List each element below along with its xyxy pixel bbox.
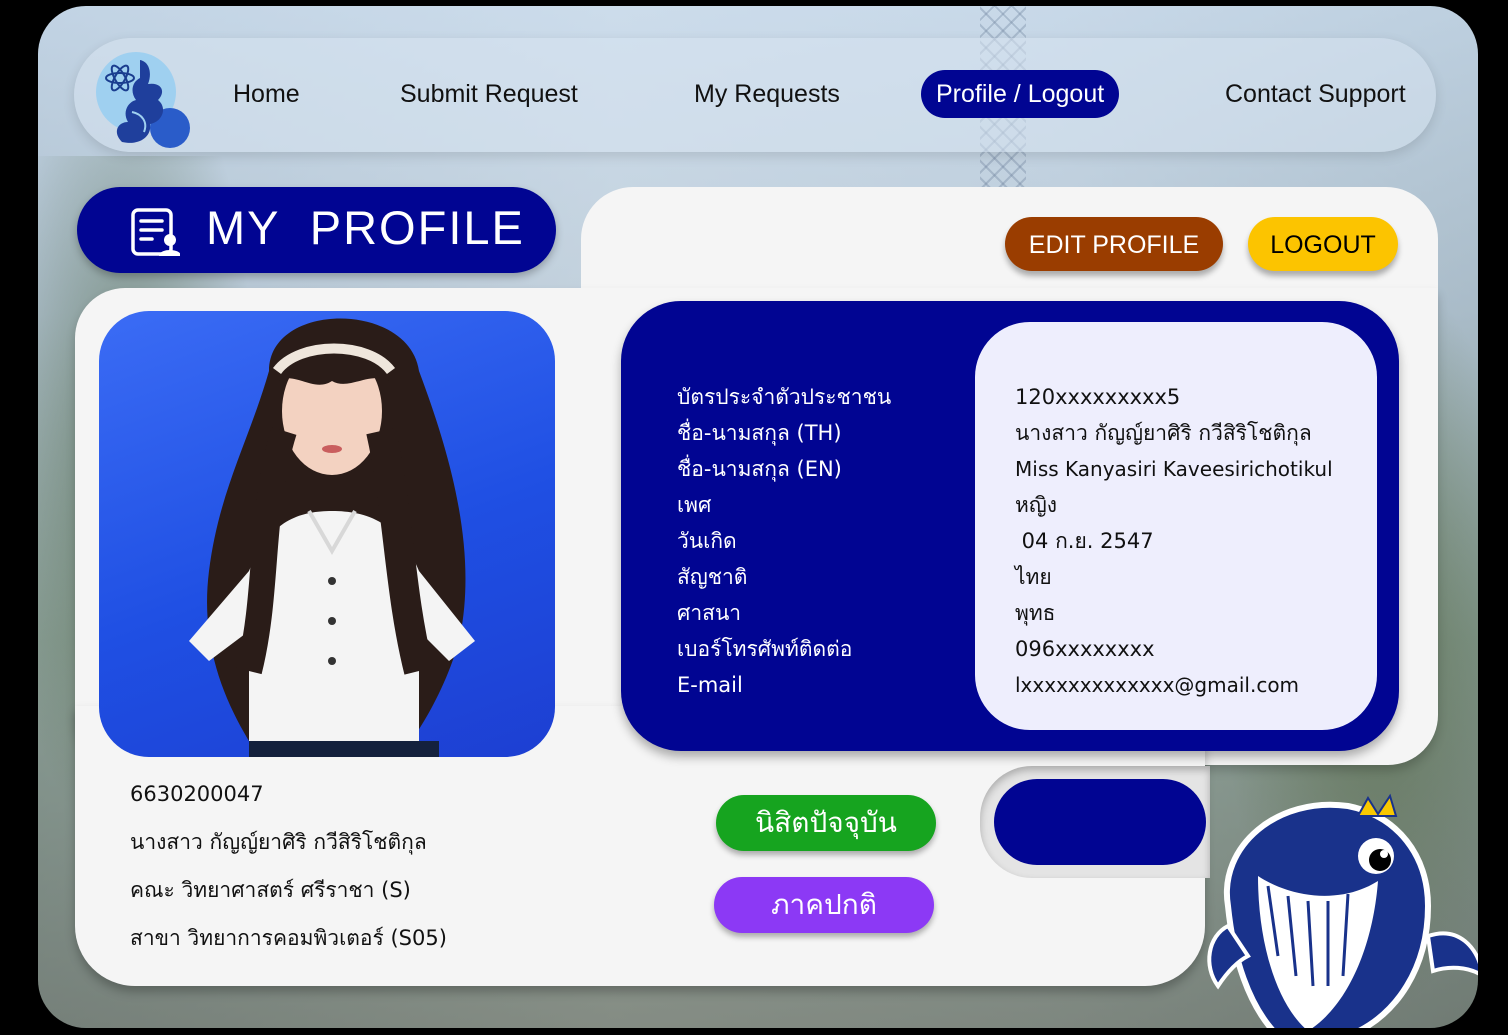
blank-blue-box — [994, 779, 1206, 865]
nav-home[interactable]: Home — [218, 70, 315, 118]
field-label-nationality: สัญชาติ — [677, 565, 748, 589]
field-label-name-th: ชื่อ-นามสกุล (TH) — [677, 421, 842, 445]
field-label-religion: ศาสนา — [677, 601, 742, 625]
student-faculty: คณะ วิทยาศาสตร์ ศรีราชา (S) — [130, 878, 411, 902]
profile-photo — [99, 311, 555, 757]
field-value-email: lxxxxxxxxxxxxx@gmail.com — [1015, 673, 1300, 697]
mascot-icon — [1207, 793, 1478, 1028]
field-value-birthdate: 04 ก.ย. 2547 — [1015, 529, 1154, 553]
field-value-phone: 096xxxxxxxx — [1015, 637, 1155, 661]
field-value-name-en: Miss Kanyasiri Kaveesirichotikul — [1015, 457, 1333, 481]
field-label-gender: เพศ — [677, 493, 712, 517]
nav-submit-request[interactable]: Submit Request — [385, 70, 593, 118]
page-title: MY PROFILE — [206, 201, 525, 254]
student-name: นางสาว กัญญ์ยาศิริ กวีสิริโชติกุล — [130, 830, 427, 854]
field-label-id-card: บัตรประจำตัวประชาชน — [677, 385, 892, 409]
student-major: สาขา วิทยาการคอมพิวเตอร์ (S05) — [130, 926, 447, 950]
field-label-name-en: ชื่อ-นามสกุล (EN) — [677, 457, 842, 481]
nav-profile-logout[interactable]: Profile / Logout — [921, 70, 1120, 118]
app-frame: Home Submit Request My Requests Profile … — [38, 6, 1478, 1028]
program-badge: ภาคปกติ — [714, 877, 934, 933]
field-value-nationality: ไทย — [1015, 565, 1052, 589]
logout-button[interactable]: LOGOUT — [1248, 217, 1398, 271]
field-label-phone: เบอร์โทรศัพท์ติดต่อ — [677, 637, 853, 661]
student-id: 6630200047 — [130, 782, 264, 806]
profile-card-icon — [131, 208, 180, 256]
logo-icon[interactable] — [92, 52, 192, 152]
nav-contact-support[interactable]: Contact Support — [1210, 70, 1421, 118]
nav-my-requests[interactable]: My Requests — [679, 70, 855, 118]
field-label-birthdate: วันเกิด — [677, 529, 737, 553]
field-value-id-card: 120xxxxxxxxx5 — [1015, 385, 1181, 409]
student-status-badge: นิสิตปัจจุบัน — [716, 795, 936, 851]
field-label-email: E-mail — [677, 673, 743, 697]
field-value-gender: หญิง — [1015, 493, 1057, 517]
field-value-name-th: นางสาว กัญญ์ยาศิริ กวีสิริโชติกุล — [1015, 421, 1312, 445]
field-value-religion: พุทธ — [1015, 601, 1056, 625]
edit-profile-button[interactable]: EDIT PROFILE — [1005, 217, 1223, 271]
